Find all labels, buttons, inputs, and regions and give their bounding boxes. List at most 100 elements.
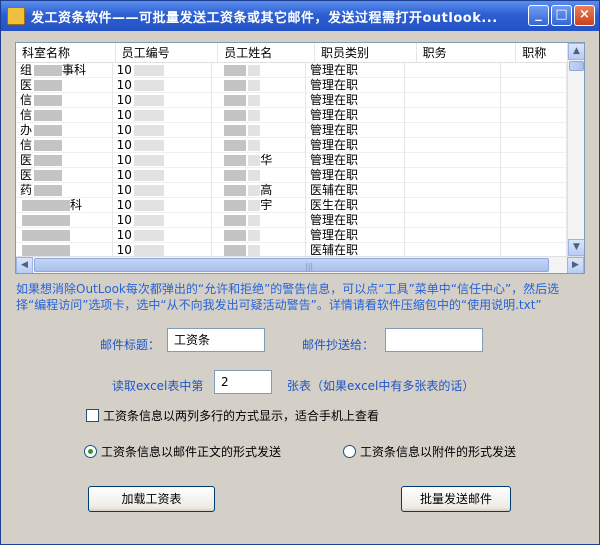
cell-position [405,78,502,93]
cell-dept [16,228,113,243]
cell-category: 管理在职 [306,123,405,138]
window-title: 发工资条软件——可批量发送工资条或其它邮件，发送过程需打开outlook... [31,10,498,26]
cell-name [212,78,306,93]
sheet-number-input[interactable]: 2 [214,370,272,394]
table-row[interactable]: 10 管理在职 [16,213,567,228]
cell-id: 10 [113,183,213,198]
window-controls: _ □ × [528,5,595,26]
send-as-attachment-radio[interactable] [343,445,356,458]
table-row[interactable]: 医 10 华管理在职 [16,153,567,168]
cell-category: 医辅在职 [306,183,405,198]
outlook-warning-notice: 如果想消除OutLook每次都弹出的“允许和拒绝”的警告信息，可以点“工具”菜单… [16,282,560,312]
close-icon[interactable]: × [574,5,595,26]
cell-category: 管理在职 [306,153,405,168]
maximize-icon[interactable]: □ [551,5,572,26]
scroll-up-icon[interactable]: ▲ [568,43,584,60]
grid-body: 组事科 10 管理在职医 10 管理在职信 10 管理在职信 10 管理在职办 10 管理在职信 10… [16,63,567,258]
table-row[interactable]: 科 10 宇医生在职 [16,198,567,213]
cell-position [405,168,502,183]
scroll-down-icon[interactable]: ▼ [568,239,584,256]
table-row[interactable]: 办 10 管理在职 [16,123,567,138]
table-row[interactable]: 信 10 管理在职 [16,93,567,108]
app-icon [7,7,25,25]
cell-dept: 信 [16,138,113,153]
cell-dept: 药 [16,183,113,198]
grid-header: 科室名称 员工编号 员工姓名 职员类别 职务 职称 [16,43,584,63]
cell-category: 管理在职 [306,213,405,228]
column-header-id[interactable]: 员工编号 [116,43,219,63]
column-header-position[interactable]: 职务 [417,43,517,63]
minimize-icon[interactable]: _ [528,5,549,26]
cell-dept: 信 [16,108,113,123]
send-as-attachment-option[interactable]: 工资条信息以附件的形式发送 [343,443,516,460]
cell-dept: 办 [16,123,113,138]
send-as-body-radio[interactable] [84,445,97,458]
sheet-label: 读取excel表中第 [112,379,204,393]
cell-position [405,183,502,198]
cell-name [212,63,306,78]
cell-title [501,108,567,123]
cell-id: 10 [113,153,213,168]
cc-label: 邮件抄送给： [302,338,375,352]
mobile-layout-option[interactable]: 工资条信息以两列多行的方式显示，适合手机上查看 [86,407,379,424]
scroll-right-icon[interactable]: ▶ [567,257,584,273]
cc-input[interactable] [385,328,483,352]
cell-position [405,63,502,78]
cell-id: 10 [113,123,213,138]
table-row[interactable]: 医 10 管理在职 [16,78,567,93]
batch-send-button[interactable]: 批量发送邮件 [401,486,511,512]
cell-name [212,123,306,138]
scroll-left-icon[interactable]: ◀ [16,257,33,273]
cell-title [501,63,567,78]
cell-dept: 医 [16,78,113,93]
cell-category: 管理在职 [306,108,405,123]
cell-title [501,213,567,228]
cell-id: 10 [113,228,213,243]
cell-title [501,78,567,93]
cell-id: 10 [113,213,213,228]
vertical-scrollbar[interactable]: ▲ ▼ [567,43,584,256]
send-as-attachment-label: 工资条信息以附件的形式发送 [360,445,517,459]
cell-category: 管理在职 [306,228,405,243]
load-salary-button[interactable]: 加载工资表 [88,486,215,512]
cell-name [212,168,306,183]
column-header-dept[interactable]: 科室名称 [16,43,116,63]
cell-category: 管理在职 [306,93,405,108]
cell-name [212,213,306,228]
cell-id: 10 [113,168,213,183]
horizontal-scroll-thumb[interactable]: ||| [34,258,549,272]
cell-category: 管理在职 [306,63,405,78]
table-row[interactable]: 药 10 高医辅在职 [16,183,567,198]
cell-position [405,123,502,138]
table-row[interactable]: 10 管理在职 [16,228,567,243]
salary-grid[interactable]: 科室名称 员工编号 员工姓名 职员类别 职务 职称 组事科 10 管理在职医 10 管理… [15,42,585,274]
cell-id: 10 [113,93,213,108]
cell-name [212,138,306,153]
horizontal-scrollbar[interactable]: ◀ ||| ▶ [16,256,584,273]
cell-category: 管理在职 [306,78,405,93]
mobile-layout-checkbox[interactable] [86,409,99,422]
column-header-category[interactable]: 职员类别 [315,43,417,63]
cell-position [405,93,502,108]
table-row[interactable]: 医 10 管理在职 [16,168,567,183]
table-row[interactable]: 组事科 10 管理在职 [16,63,567,78]
cell-name: 宇 [212,198,306,213]
vertical-scroll-thumb[interactable] [569,61,584,71]
title-bar[interactable]: 发工资条软件——可批量发送工资条或其它邮件，发送过程需打开outlook... … [1,1,599,31]
send-as-body-label: 工资条信息以邮件正文的形式发送 [101,445,282,459]
subject-input[interactable]: 工资条 [167,328,265,352]
column-header-name[interactable]: 员工姓名 [218,43,315,63]
table-row[interactable]: 信 10 管理在职 [16,108,567,123]
cell-category: 管理在职 [306,138,405,153]
mobile-layout-label: 工资条信息以两列多行的方式显示，适合手机上查看 [103,409,380,423]
cell-name [212,228,306,243]
cell-dept: 组事科 [16,63,113,78]
cell-position [405,138,502,153]
cell-title [501,183,567,198]
cell-id: 10 [113,138,213,153]
table-row[interactable]: 信 10 管理在职 [16,138,567,153]
sheet-suffix-label: 张表（如果excel中有多张表的话） [287,379,475,393]
cell-title [501,198,567,213]
send-as-body-option[interactable]: 工资条信息以邮件正文的形式发送 [84,443,281,460]
cell-position [405,108,502,123]
